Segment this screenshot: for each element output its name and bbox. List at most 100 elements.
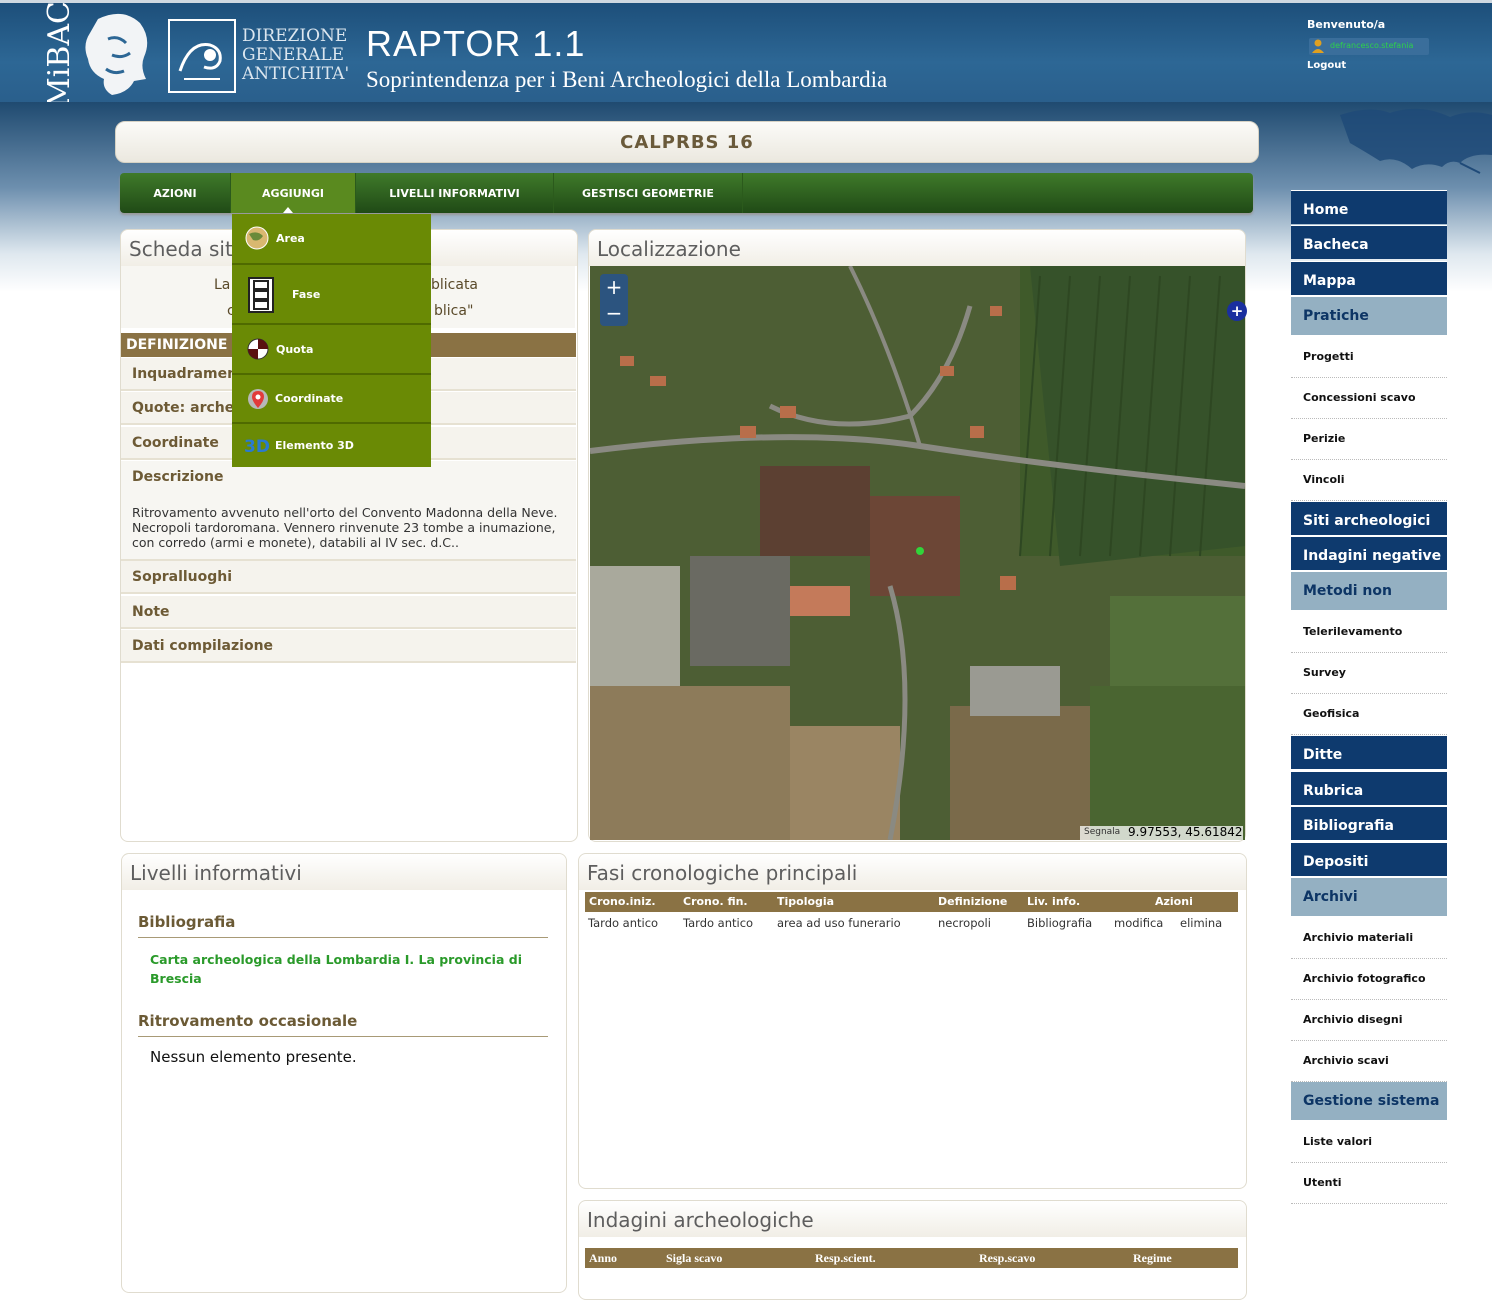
menu-coordinate-label: Coordinate [275,392,344,405]
svg-text:3D: 3D [244,437,270,456]
col-resp-scient: Resp.scient. [815,1251,876,1265]
app-title: RAPTOR 1.1 [366,23,586,64]
sidebar-item-utenti[interactable]: Utenti [1291,1163,1447,1204]
3d-icon: 3D [244,437,270,456]
sidebar-item-siti-archeologici[interactable]: Siti archeologici [1291,501,1447,535]
layer-switcher-button[interactable]: + [1227,301,1247,321]
col-sigla-scavo: Sigla scavo [666,1251,723,1265]
welcome-label: Benvenuto/a [1307,18,1386,31]
info-line1-right: blicata [431,277,479,293]
cell-crono-iniz: Tardo antico [588,916,659,930]
description-text: Ritrovamento avvenuto nell'orto del Conv… [132,505,558,550]
sidebar-item-bibliografia[interactable]: Bibliografia [1291,806,1447,840]
modifica-link[interactable]: modifica [1114,916,1163,930]
user-icon [1312,39,1324,53]
localizzazione-title: Localizzazione [589,230,1245,266]
row-note[interactable]: Note [121,596,576,629]
col-resp-scavo: Resp.scavo [979,1251,1036,1265]
sculpture-logo-icon [85,13,148,95]
info-line1-left: La [214,277,231,293]
map-pin-icon [248,389,268,409]
menu-item-coordinate[interactable]: Coordinate [232,375,431,424]
cell-tipologia: area ad uso funerario [777,916,901,930]
fasi-table-header: Crono.iniz. Crono. fin. Tipologia Defini… [585,892,1238,912]
sidebar-item-survey[interactable]: Survey [1291,653,1447,694]
menu-quota-label: Quota [276,343,314,356]
active-caret-icon [283,207,293,213]
sidebar-item-concessioni-scavo[interactable]: Concessioni scavo [1291,378,1447,419]
level-marker-icon [247,338,269,360]
sidebar-item-archivio-fotografico[interactable]: Archivio fotografico [1291,959,1447,1000]
report-link[interactable]: Segnala [1084,827,1120,837]
table-row: Tardo antico Tardo antico area ad uso fu… [585,914,1238,932]
app-subtitle: Soprintendenza per i Beni Archeologici d… [366,67,888,92]
sidebar-item-gestione-sistema[interactable]: Gestione sistema [1291,1082,1447,1120]
nav-azioni[interactable]: AZIONI [120,173,231,213]
col-tipologia: Tipologia [777,895,835,908]
menu-fase-label: Fase [292,288,321,301]
satellite-map[interactable] [590,266,1245,840]
menu-area-label: Area [276,232,305,245]
sidebar-item-mappa[interactable]: Mappa [1291,261,1447,295]
col-liv-info: Liv. info. [1027,895,1081,908]
menu-item-area[interactable]: Area [232,214,431,265]
cell-liv-info: Bibliografia [1027,916,1093,930]
menu-item-quota[interactable]: Quota [232,325,431,375]
zoom-in-button[interactable]: + [600,274,628,300]
nav-aggiungi[interactable]: AGGIUNGI [231,173,356,213]
row-sopralluoghi[interactable]: Sopralluoghi [121,561,576,594]
bibliografia-link[interactable]: Carta archeologica della Lombardia I. La… [150,950,530,988]
sidebar-item-perizie[interactable]: Perizie [1291,419,1447,460]
dga-logo-icon [168,19,236,93]
cell-definizione: necropoli [938,916,991,930]
map-coordinate-readout: Segnala 9.97553, 45.61842 [1080,825,1243,840]
user-name[interactable]: defrancesco.stefania [1330,41,1413,50]
map-zoom-control: + − [600,274,628,326]
sidebar-item-depositi[interactable]: Depositi [1291,842,1447,876]
ritrovamento-heading: Ritrovamento occasionale [138,1012,548,1037]
row-dati-compilazione[interactable]: Dati compilazione [121,630,576,663]
app-header: MiBAC DIREZIONE GENERALE ANTICHITA' RAPT… [0,0,1492,108]
col-anno: Anno [589,1251,618,1265]
page-title: CALPRBS 16 [115,121,1259,163]
sidebar-item-vincoli[interactable]: Vincoli [1291,460,1447,501]
col-definizione: Definizione [938,895,1008,908]
sidebar-item-archivi[interactable]: Archivi [1291,878,1447,916]
zoom-out-button[interactable]: − [600,300,628,326]
sidebar-item-ditte[interactable]: Ditte [1291,735,1447,769]
sidebar-item-archivio-materiali[interactable]: Archivio materiali [1291,918,1447,959]
sidebar-item-indagini-negative[interactable]: Indagini negative [1291,536,1447,570]
empty-message: Nessun elemento presente. [150,1048,357,1066]
indagini-title: Indagini archeologiche [579,1201,1246,1237]
col-crono-iniz: Crono.iniz. [589,895,656,908]
sidebar-item-bacheca[interactable]: Bacheca [1291,225,1447,259]
nav-gestisci-geometrie[interactable]: GESTISCI GEOMETRIE [554,173,743,213]
main-navbar: AZIONI AGGIUNGI LIVELLI INFORMATIVI GEST… [120,173,1253,213]
sidebar-item-metodi-non-invasivi[interactable]: Metodi non invasivi [1291,572,1447,637]
region-map-icon [1340,108,1492,174]
sidebar-item-pratiche[interactable]: Pratiche [1291,297,1447,335]
menu-elemento3d-label: Elemento 3D [275,439,354,452]
info-line2-right: blica" [434,303,474,319]
sidebar-item-home[interactable]: Home [1291,190,1447,224]
col-azioni: Azioni [1155,895,1193,908]
menu-item-fase[interactable]: Fase [232,265,431,325]
mibac-logo: MiBAC [41,1,77,108]
sidebar-item-telerilevamento[interactable]: Telerilevamento [1291,612,1447,653]
fasi-title: Fasi cronologiche principali [579,854,1246,890]
sidebar-item-liste-valori[interactable]: Liste valori [1291,1122,1447,1163]
logout-link[interactable]: Logout [1307,60,1346,71]
col-crono-fin: Crono. fin. [683,895,748,908]
sidebar-item-rubrica[interactable]: Rubrica [1291,771,1447,805]
dga-text: DIREZIONE GENERALE ANTICHITA' [242,26,350,84]
sidebar-item-geofisica[interactable]: Geofisica [1291,694,1447,735]
sidebar-item-progetti[interactable]: Progetti [1291,337,1447,378]
menu-item-elemento-3d[interactable]: 3D Elemento 3D [232,424,431,467]
globe-icon [245,226,269,250]
nav-livelli-informativi[interactable]: LIVELLI INFORMATIVI [356,173,554,213]
sidebar-item-archivio-disegni[interactable]: Archivio disegni [1291,1000,1447,1041]
indagini-table-header: Anno Sigla scavo Resp.scient. Resp.scavo… [585,1248,1238,1268]
elimina-link[interactable]: elimina [1180,916,1222,930]
sidebar-item-archivio-scavi[interactable]: Archivio scavi [1291,1041,1447,1082]
bibliografia-heading: Bibliografia [138,913,548,938]
